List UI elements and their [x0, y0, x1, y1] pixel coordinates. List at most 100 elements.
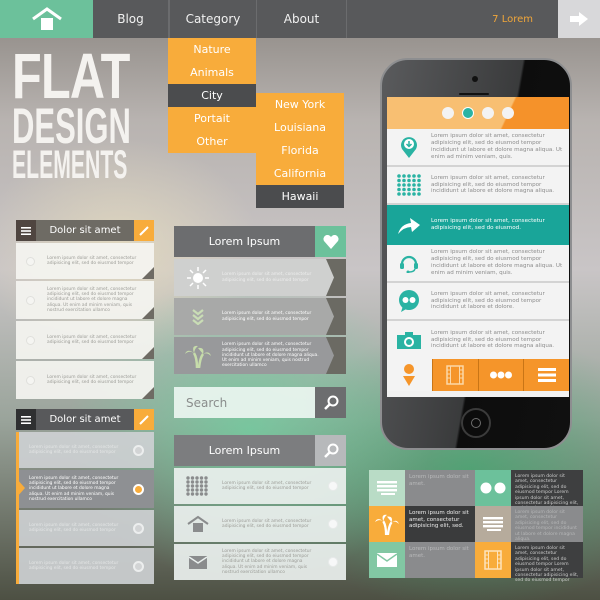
tab-profile[interactable] — [387, 359, 432, 391]
search-input[interactable]: Search — [174, 387, 315, 418]
next-button[interactable] — [558, 0, 600, 38]
item-text: Lorem ipsum dolor sit amet, consectetur … — [222, 480, 312, 491]
radio-button[interactable] — [26, 256, 35, 266]
nav-blog[interactable]: Blog — [93, 0, 169, 38]
page-dot[interactable] — [442, 107, 454, 119]
corner-fold — [142, 347, 154, 359]
menu-icon — [537, 368, 556, 382]
page-title: FLAT DESIGN ELEMENTS — [12, 44, 162, 188]
city-submenu: New York Louisiana Florida California Ha… — [256, 93, 344, 208]
palm-tree-icon — [174, 344, 222, 368]
radio-button-checked[interactable] — [133, 483, 144, 495]
edit-button[interactable] — [134, 220, 154, 241]
radio-button[interactable] — [133, 444, 144, 456]
tile-icon[interactable] — [475, 542, 511, 578]
phone-list-item[interactable]: Lorem ipsum dolor sit amet, consectetur … — [387, 167, 569, 205]
submenu-item-florida[interactable]: Florida — [256, 139, 344, 162]
page-dot[interactable] — [502, 107, 514, 119]
phone-home-button[interactable] — [461, 408, 491, 438]
nav-about[interactable]: About — [257, 0, 347, 38]
phone-list-item[interactable]: Lorem ipsum dolor sit amet, consectetur … — [387, 321, 569, 359]
list-item[interactable]: Lorem ipsum dolor sit amet, consectetur … — [174, 259, 346, 296]
list-item[interactable]: Lorem ipsum dolor sit amet, consectetur … — [174, 298, 346, 335]
list-panel-1: Dolor sit amet Lorem ipsum dolor sit ame… — [16, 220, 154, 399]
radio-button[interactable] — [133, 522, 144, 534]
category-dropdown: Nature Animals City Portait Other — [168, 38, 256, 153]
phone-tab-bar — [387, 359, 569, 391]
title-line-2: DESIGN — [12, 98, 131, 155]
phone-speaker — [459, 93, 489, 95]
radio-button[interactable] — [133, 560, 144, 572]
favorite-button[interactable] — [315, 226, 346, 257]
radio-button[interactable] — [26, 375, 35, 385]
radio-button[interactable] — [328, 481, 338, 491]
tab-more[interactable] — [477, 359, 524, 391]
tile-icon[interactable] — [369, 506, 405, 542]
list-item[interactable]: Lorem ipsum dolor sit amet, consectetur … — [16, 361, 154, 399]
radio-button[interactable] — [328, 519, 338, 529]
menu-item-portait[interactable]: Portait — [168, 107, 256, 130]
home-button[interactable] — [0, 0, 93, 38]
tab-film[interactable] — [431, 359, 478, 391]
camera-icon — [387, 331, 431, 349]
heart-icon — [323, 234, 338, 249]
tile-icon[interactable] — [475, 470, 511, 506]
menu-item-animals[interactable]: Animals — [168, 61, 256, 84]
tile-icon[interactable] — [369, 542, 405, 578]
list-item[interactable]: Lorem ipsum dolor sit amet, consectetur … — [174, 468, 346, 504]
search-button[interactable] — [315, 435, 346, 466]
person-icon — [403, 364, 416, 386]
phone-list-item[interactable]: Lorem ipsum dolor sit amet, consectetur … — [387, 245, 569, 283]
tile-text: Lorem ipsum dolor sit amet, consectetur … — [511, 542, 583, 583]
submenu-item-new-york[interactable]: New York — [256, 93, 344, 116]
hamburger-icon — [21, 415, 31, 424]
submenu-item-california[interactable]: California — [256, 162, 344, 185]
submenu-item-hawaii[interactable]: Hawaii — [256, 185, 344, 208]
menu-item-nature[interactable]: Nature — [168, 38, 256, 61]
search-button[interactable] — [315, 387, 346, 418]
item-text: Lorem ipsum dolor sit amet, consectetur … — [47, 286, 137, 313]
list-item[interactable]: Lorem ipsum dolor sit amet, consectetur … — [16, 321, 154, 359]
phone-list-item[interactable]: Lorem ipsum dolor sit amet, consectetur … — [387, 129, 569, 167]
radio-button[interactable] — [26, 295, 35, 305]
notice-label: 7 Lorem — [492, 13, 533, 25]
tile-icon[interactable] — [369, 470, 405, 506]
list-item[interactable]: Lorem ipsum dolor sit amet, consectetur … — [19, 548, 154, 584]
list-item[interactable]: Lorem ipsum dolor sit amet, consectetur … — [16, 243, 154, 279]
list-item[interactable]: Lorem ipsum dolor sit amet, consectetur … — [174, 506, 346, 542]
menu-button[interactable] — [16, 220, 36, 241]
title-line-3: ELEMENTS — [12, 143, 128, 188]
list-item-selected[interactable]: Lorem ipsum dolor sit amet, consectetur … — [16, 470, 154, 508]
phone-list-item[interactable]: Lorem ipsum dolor sit amet, consectetur … — [387, 283, 569, 321]
search-icon — [323, 395, 338, 410]
phone-list-item-highlighted[interactable]: Lorem ipsum dolor sit amet, consectetur … — [387, 205, 569, 245]
location-pin-icon — [387, 136, 431, 158]
page-dot-active[interactable] — [462, 107, 474, 119]
list-item[interactable]: Lorem ipsum dolor sit amet, consectetur … — [174, 337, 346, 374]
page-dot[interactable] — [482, 107, 494, 119]
nav-category[interactable]: Category — [169, 0, 257, 38]
sun-icon — [174, 266, 222, 289]
tile-text: Lorem ipsum dolor sit amet. — [405, 542, 475, 578]
radio-button[interactable] — [328, 557, 338, 567]
item-text: Lorem ipsum dolor sit amet, consectetur … — [431, 218, 545, 231]
tile-icon[interactable] — [475, 506, 511, 542]
menu-item-city[interactable]: City — [168, 84, 256, 107]
nav-notice[interactable]: 7 Lorem — [347, 0, 558, 38]
radio-button[interactable] — [26, 335, 35, 345]
headset-icon — [387, 253, 431, 273]
list-item[interactable]: Lorem ipsum dolor sit amet, consectetur … — [16, 281, 154, 319]
lorem-panel-2: Lorem Ipsum Lorem ipsum dolor sit amet, … — [174, 435, 346, 580]
list-item[interactable]: Lorem ipsum dolor sit amet, consectetur … — [19, 510, 154, 546]
item-text: Lorem ipsum dolor sit amet, consectetur … — [222, 272, 312, 283]
menu-button[interactable] — [16, 409, 36, 430]
menu-item-other[interactable]: Other — [168, 130, 256, 153]
carousel-header — [387, 97, 569, 129]
edit-button[interactable] — [134, 409, 154, 430]
list-item[interactable]: Lorem ipsum dolor sit amet, consectetur … — [19, 432, 154, 468]
text-lines-icon — [483, 517, 503, 531]
submenu-item-louisiana[interactable]: Louisiana — [256, 116, 344, 139]
list-item[interactable]: Lorem ipsum dolor sit amet, consectetur … — [174, 544, 346, 580]
tab-menu[interactable] — [523, 359, 569, 391]
film-icon — [484, 550, 502, 570]
